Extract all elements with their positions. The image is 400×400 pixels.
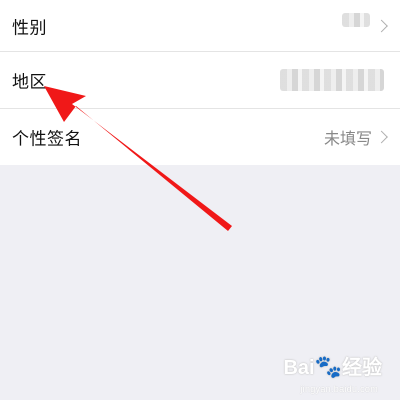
profile-settings-list: 性别 地区 个性签名 未填写 [0,0,400,165]
signature-value: 未填写 [323,129,372,148]
watermark-brand-2: 经验 [342,357,382,379]
signature-label: 个性签名 [12,129,82,150]
region-label: 地区 [12,72,47,93]
baidu-jingyan-watermark: Bai🐾经验 [283,351,382,380]
watermark-url: jingyan.baidu.com [300,384,378,394]
row-region[interactable]: 地区 [0,52,400,109]
region-value-blurred [280,69,384,91]
paw-icon: 🐾 [314,354,342,379]
row-gender[interactable]: 性别 [0,0,400,52]
chevron-right-icon [375,130,388,144]
watermark-brand: Bai [283,357,315,379]
chevron-right-icon [375,19,388,32]
row-signature[interactable]: 个性签名 未填写 [0,109,400,165]
gender-value-blurred [342,13,370,28]
gender-label: 性别 [12,18,47,38]
